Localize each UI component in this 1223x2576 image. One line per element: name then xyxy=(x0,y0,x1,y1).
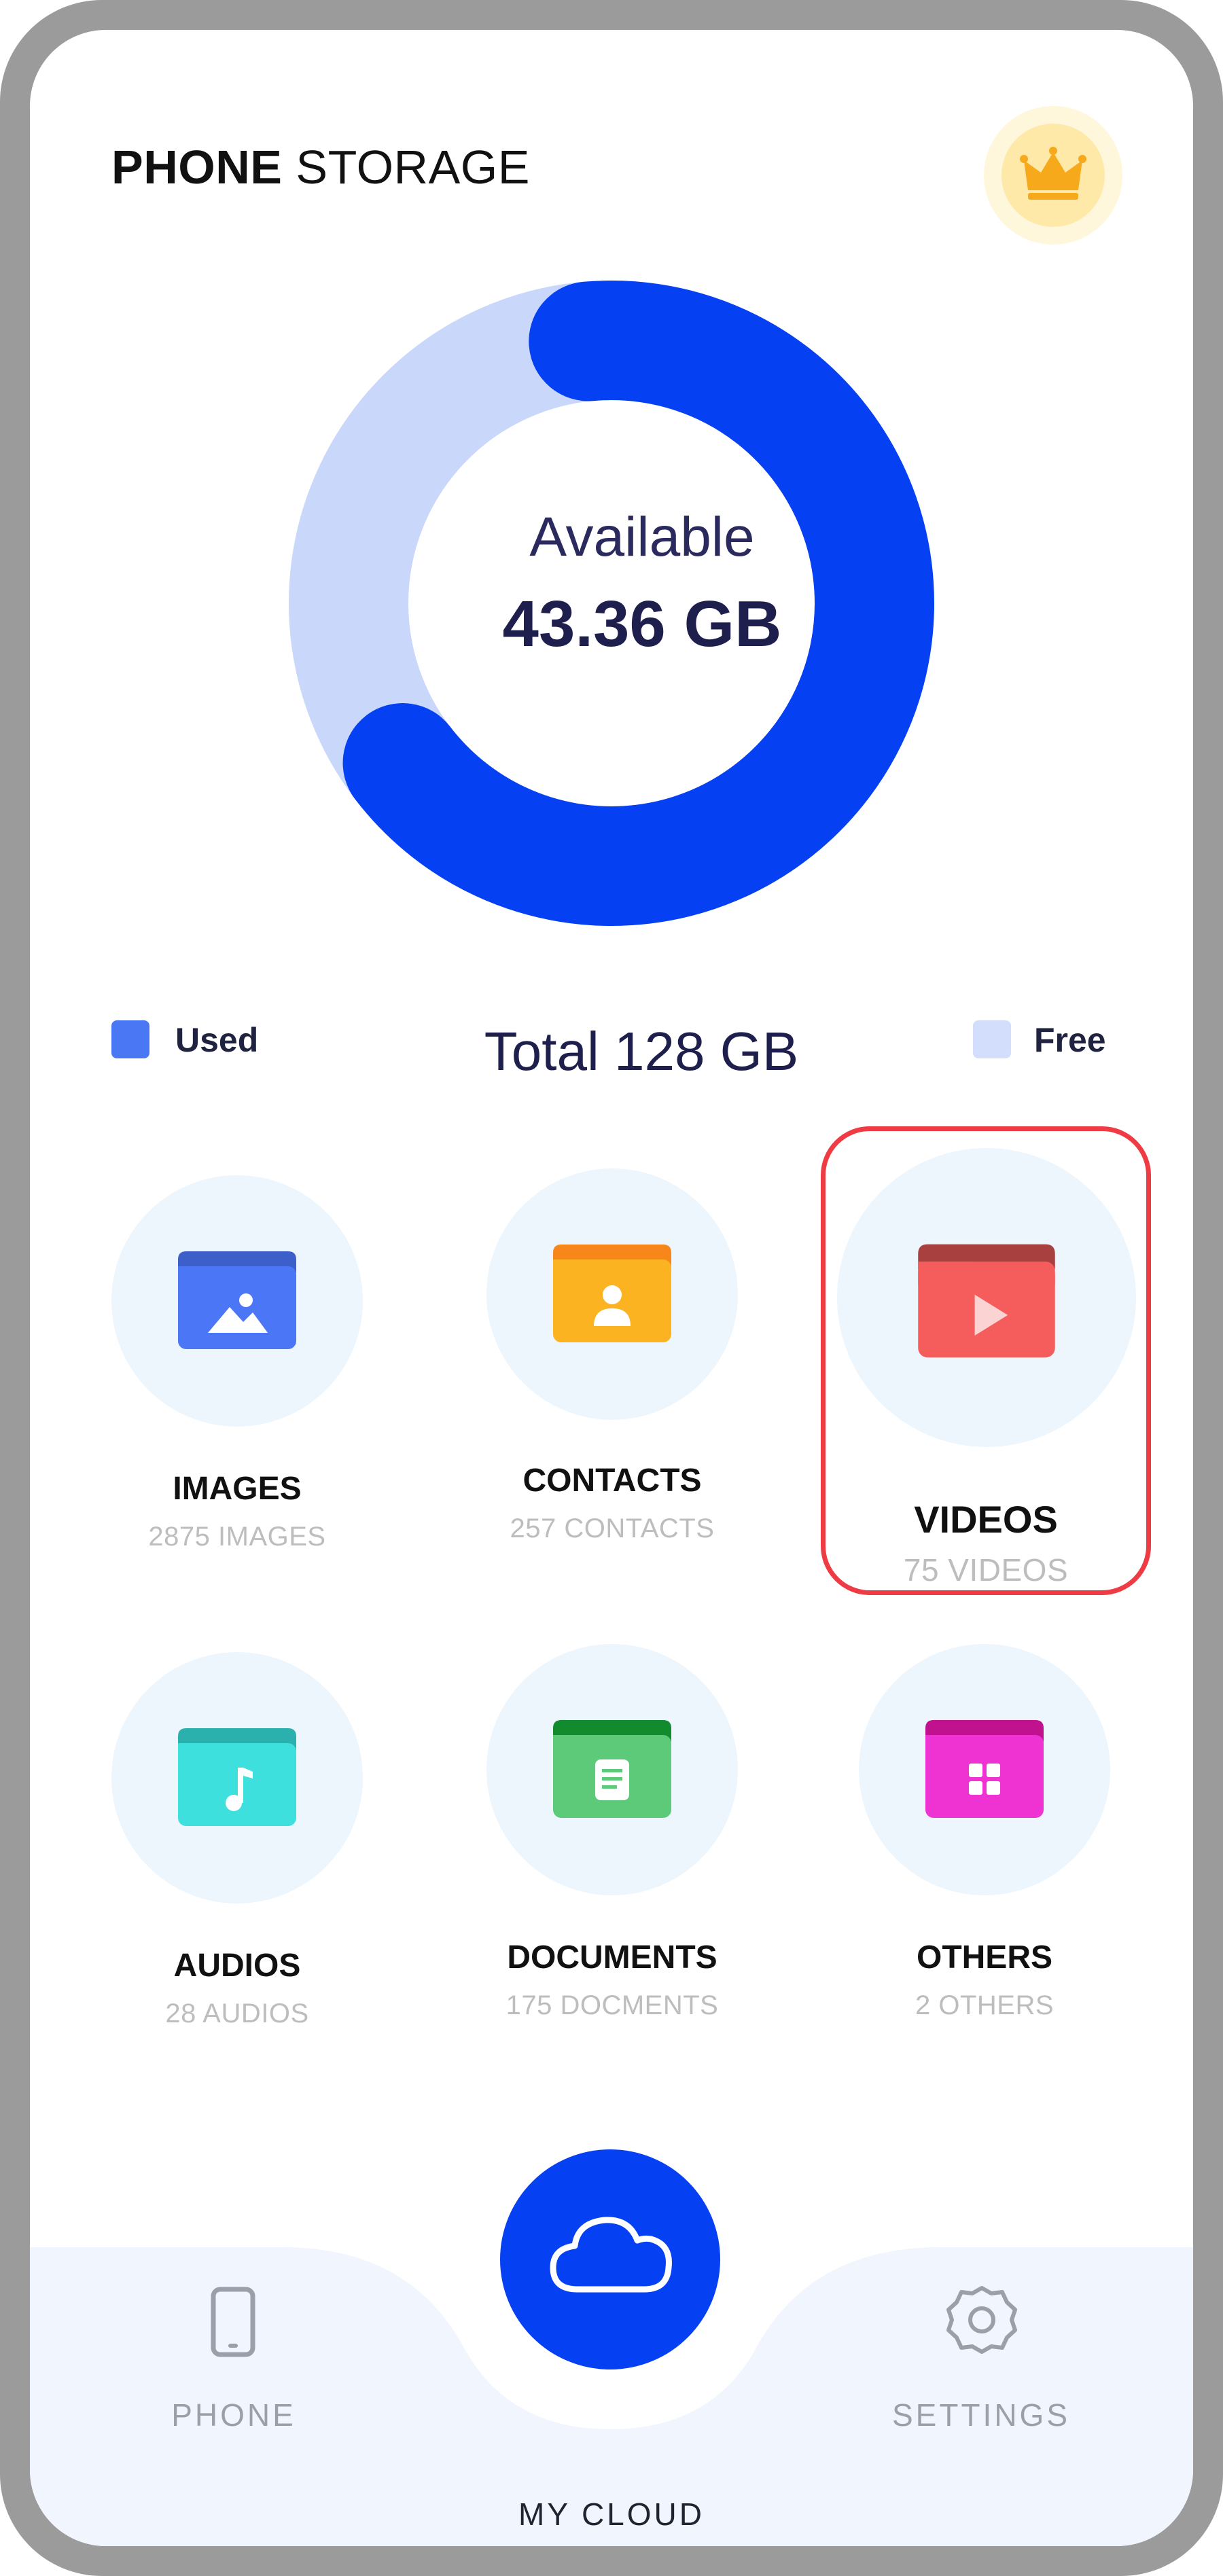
category-contacts-count: 257 CONTACTS xyxy=(510,1514,715,1543)
document-folder-icon xyxy=(553,1720,671,1818)
cloud-icon xyxy=(550,2217,672,2293)
app-screen: PHONE STORAGE Available 43.36 GB Used To… xyxy=(30,30,1193,2546)
page-title: PHONE STORAGE xyxy=(111,140,530,194)
used-legend-label: Used xyxy=(175,1021,259,1059)
phone-icon xyxy=(211,2287,255,2357)
category-documents-name: DOCUMENTS xyxy=(507,1939,717,1975)
others-folder-icon xyxy=(925,1720,1044,1818)
category-documents-count: 175 DOCMENTS xyxy=(506,1990,719,2020)
image-folder-icon xyxy=(178,1251,296,1349)
title-light: STORAGE xyxy=(282,141,530,194)
category-others-name: OTHERS xyxy=(916,1939,1052,1975)
videos-selection-highlight xyxy=(821,1126,1151,1595)
available-label: Available xyxy=(529,506,755,568)
available-value: 43.36 GB xyxy=(502,588,782,660)
my-cloud-button[interactable] xyxy=(500,2149,720,2369)
category-audios-name: AUDIOS xyxy=(173,1948,301,1984)
free-legend-label: Free xyxy=(1034,1021,1106,1059)
used-legend-swatch xyxy=(111,1020,149,1058)
total-storage-label: Total 128 GB xyxy=(484,1021,799,1081)
category-images-count: 2875 IMAGES xyxy=(148,1522,326,1552)
gear-icon xyxy=(946,2286,1017,2354)
free-legend-swatch xyxy=(973,1020,1011,1058)
crown-icon xyxy=(1020,147,1086,200)
nav-settings-label: SETTINGS xyxy=(891,2397,1071,2433)
category-images-name: IMAGES xyxy=(173,1471,302,1507)
title-bold: PHONE xyxy=(111,141,283,194)
nav-phone-label: PHONE xyxy=(171,2397,296,2433)
category-audios-count: 28 AUDIOS xyxy=(165,1999,309,2028)
contact-folder-icon xyxy=(553,1245,671,1342)
category-others-count: 2 OTHERS xyxy=(915,1990,1054,2020)
premium-button[interactable] xyxy=(984,106,1122,245)
category-contacts-name: CONTACTS xyxy=(522,1463,702,1499)
nav-cloud-label: MY CLOUD xyxy=(518,2497,705,2532)
audio-folder-icon xyxy=(178,1728,296,1826)
